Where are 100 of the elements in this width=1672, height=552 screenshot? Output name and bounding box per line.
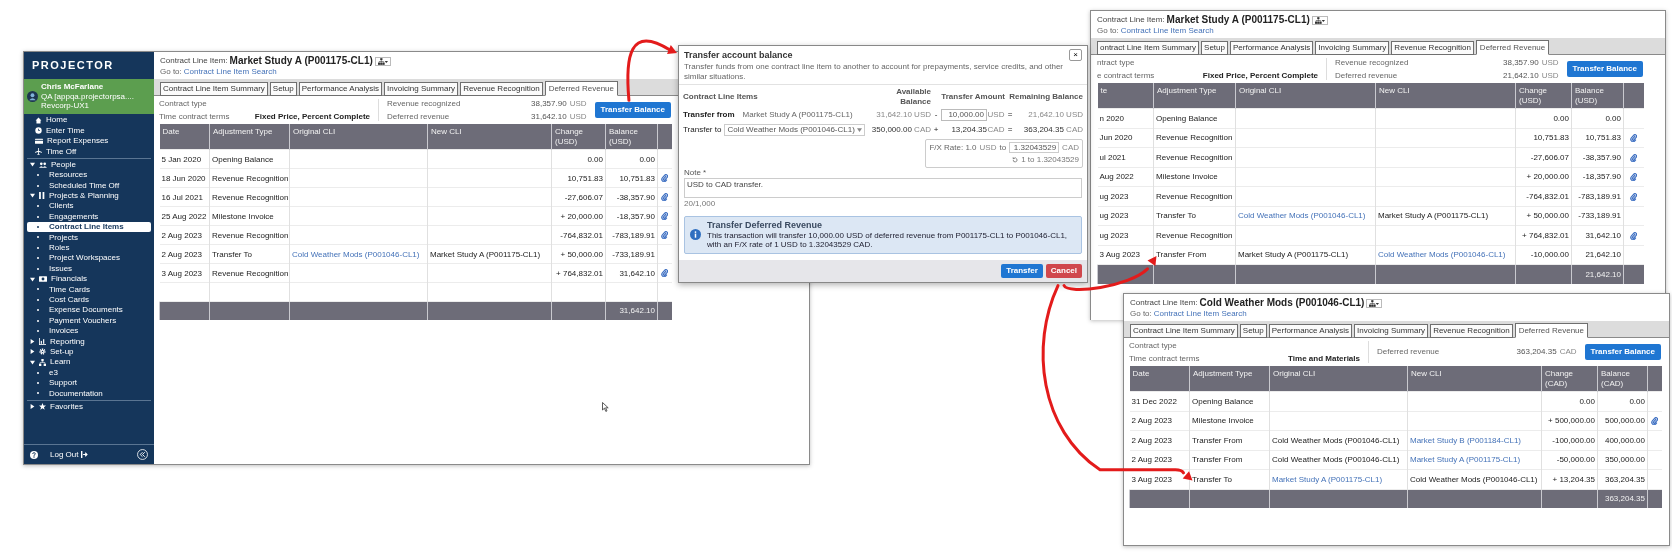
nav-section[interactable]: Set-up [27, 346, 87, 357]
tab[interactable]: Deferred Revenue [544, 80, 618, 96]
tab[interactable]: Invoicing Summary [384, 81, 459, 96]
nav-item[interactable]: e3 [27, 367, 87, 378]
table-cell: -18,357.90 [1571, 167, 1624, 187]
tab[interactable]: Deferred Revenue [1475, 39, 1550, 55]
nav-link[interactable]: Report Expenses [27, 135, 112, 147]
expanded-caret-icon[interactable] [30, 276, 35, 282]
reset-rate-link[interactable]: 1 to 1.32043529 [929, 155, 1079, 165]
paperclip-icon[interactable] [661, 174, 669, 183]
nav-item[interactable]: Time Cards [27, 284, 94, 295]
nav-section[interactable]: Learn [27, 356, 87, 368]
tab[interactable]: Revenue Recognition [460, 81, 543, 96]
expanded-caret-icon[interactable] [30, 193, 35, 199]
dialog-button[interactable]: Transfer [1001, 263, 1043, 278]
cli-select[interactable]: Cold Weather Mods (P001046-CL1) [724, 123, 865, 136]
help-icon[interactable] [30, 450, 38, 459]
transfer-balance-button[interactable]: Transfer Balance [1566, 61, 1643, 77]
tab[interactable]: Performance Analysis [1268, 323, 1353, 338]
collapsed-caret-icon[interactable] [30, 338, 35, 344]
collapsed-caret-icon[interactable] [30, 404, 35, 410]
tab[interactable]: Revenue Recognition [1430, 323, 1513, 338]
tab[interactable]: Contract Line Item Summary [160, 81, 268, 96]
close-button[interactable]: × [1069, 49, 1082, 61]
nav-link[interactable]: Home [27, 114, 87, 126]
dialog-button[interactable]: Cancel [1045, 263, 1082, 278]
nav-section[interactable]: Reporting [27, 336, 88, 347]
field-label: ntract type [1097, 58, 1136, 68]
paperclip-icon[interactable] [1651, 417, 1659, 426]
nav-section[interactable]: People [27, 159, 87, 170]
search-link[interactable]: Contract Line Item Search [1153, 309, 1247, 319]
amount-field[interactable]: 10,000.00 [941, 109, 987, 121]
nav-item[interactable]: Payment Vouchers [27, 315, 120, 326]
expanded-caret-icon[interactable] [30, 359, 35, 365]
table-cell: -764,832.01 [1515, 186, 1572, 207]
nav-item[interactable]: Engagements [27, 211, 102, 222]
logout-link[interactable]: Log Out [50, 449, 89, 460]
nav-item[interactable]: Expense Documents [27, 305, 126, 316]
hierarchy-dropdown[interactable] [1366, 298, 1383, 308]
tab[interactable]: Performance Analysis [298, 81, 383, 96]
amount-value: 21,642.10 USD [1027, 110, 1083, 120]
paperclip-icon[interactable] [1630, 134, 1638, 143]
cli-link[interactable]: Market Study A (P001175-CL1) [1272, 474, 1383, 484]
expanded-caret-icon[interactable] [30, 162, 35, 168]
nav-section[interactable]: Financials [27, 273, 90, 285]
nav-section[interactable]: Projects & Planning [27, 190, 122, 202]
search-link[interactable]: Contract Line Item Search [183, 67, 277, 77]
nav-item[interactable]: Documentation [27, 388, 106, 399]
nav-link[interactable]: Enter Time [27, 125, 88, 136]
search-link[interactable]: Contract Line Item Search [1120, 26, 1214, 36]
paperclip-icon[interactable] [1630, 173, 1638, 182]
cli-link[interactable]: Market Study B (P001184-CL1) [1410, 435, 1521, 445]
nav-link[interactable]: Time Off [27, 146, 87, 157]
tab[interactable]: Performance Analysis [1229, 40, 1314, 55]
tab[interactable]: Revenue Recognition [1391, 40, 1474, 55]
table-cell: + 500,000.00 [1541, 411, 1598, 431]
tab[interactable]: Invoicing Summary [1354, 323, 1429, 338]
cli-link[interactable]: Market Study A (P001175-CL1) [1410, 455, 1521, 465]
collapse-button[interactable] [137, 449, 148, 460]
transfer-balance-button[interactable]: Transfer Balance [594, 102, 671, 118]
nav-item[interactable]: Contract Line Items [27, 221, 151, 233]
transfer-balance-button[interactable]: Transfer Balance [1584, 344, 1661, 360]
nav-item[interactable]: Clients [27, 201, 87, 212]
nav-item[interactable]: Cost Cards [27, 294, 92, 305]
nav-item[interactable]: Projects [27, 232, 87, 243]
hierarchy-dropdown[interactable] [374, 56, 391, 66]
cli-link[interactable]: Cold Weather Mods (P001046-CL1) [1378, 250, 1506, 260]
tab[interactable]: Setup [1239, 323, 1267, 338]
exit-icon [81, 451, 89, 458]
hierarchy-dropdown[interactable] [1311, 15, 1328, 25]
tab[interactable]: Deferred Revenue [1514, 322, 1588, 338]
table-cell: 0.00 [1571, 108, 1624, 129]
cli-link[interactable]: Cold Weather Mods (P001046-CL1) [292, 249, 420, 259]
tab[interactable]: Setup [1201, 40, 1228, 55]
nav-item[interactable]: Scheduled Time Off [27, 180, 123, 191]
paperclip-icon[interactable] [661, 269, 669, 278]
paperclip-icon[interactable] [1630, 231, 1638, 240]
nav-item[interactable]: Support [27, 377, 87, 389]
amount-value: 38,357.90 [1503, 58, 1539, 68]
paperclip-icon[interactable] [1630, 192, 1638, 201]
tab[interactable]: Invoicing Summary [1315, 40, 1390, 55]
page-title: Cold Weather Mods (P001046-CL1) [1199, 297, 1365, 309]
paperclip-icon[interactable] [661, 212, 669, 221]
collapsed-caret-icon[interactable] [30, 349, 35, 355]
nav-item[interactable]: Invoices [27, 325, 87, 337]
tab[interactable]: Contract Line Item Summary [1130, 323, 1238, 338]
nav-item[interactable]: Resources [27, 169, 91, 181]
paperclip-icon[interactable] [661, 193, 669, 202]
tab[interactable]: Setup [269, 81, 297, 96]
paperclip-icon[interactable] [661, 231, 669, 240]
nav-item[interactable]: Project Workspaces [27, 253, 123, 264]
nav-item[interactable]: Roles [27, 242, 87, 254]
cli-link[interactable]: Cold Weather Mods (P001046-CL1) [1238, 211, 1366, 221]
paperclip-icon[interactable] [1630, 153, 1638, 162]
tab[interactable]: ontract Line Item Summary [1097, 40, 1200, 55]
table-cell: -38,357.90 [605, 187, 658, 207]
rate-field[interactable]: 1.32043529 [1009, 141, 1060, 154]
nav-section[interactable]: Favorites [27, 401, 87, 412]
nav-item[interactable]: Issues [27, 263, 87, 274]
note-field[interactable]: USD to CAD transfer. [684, 178, 1082, 199]
